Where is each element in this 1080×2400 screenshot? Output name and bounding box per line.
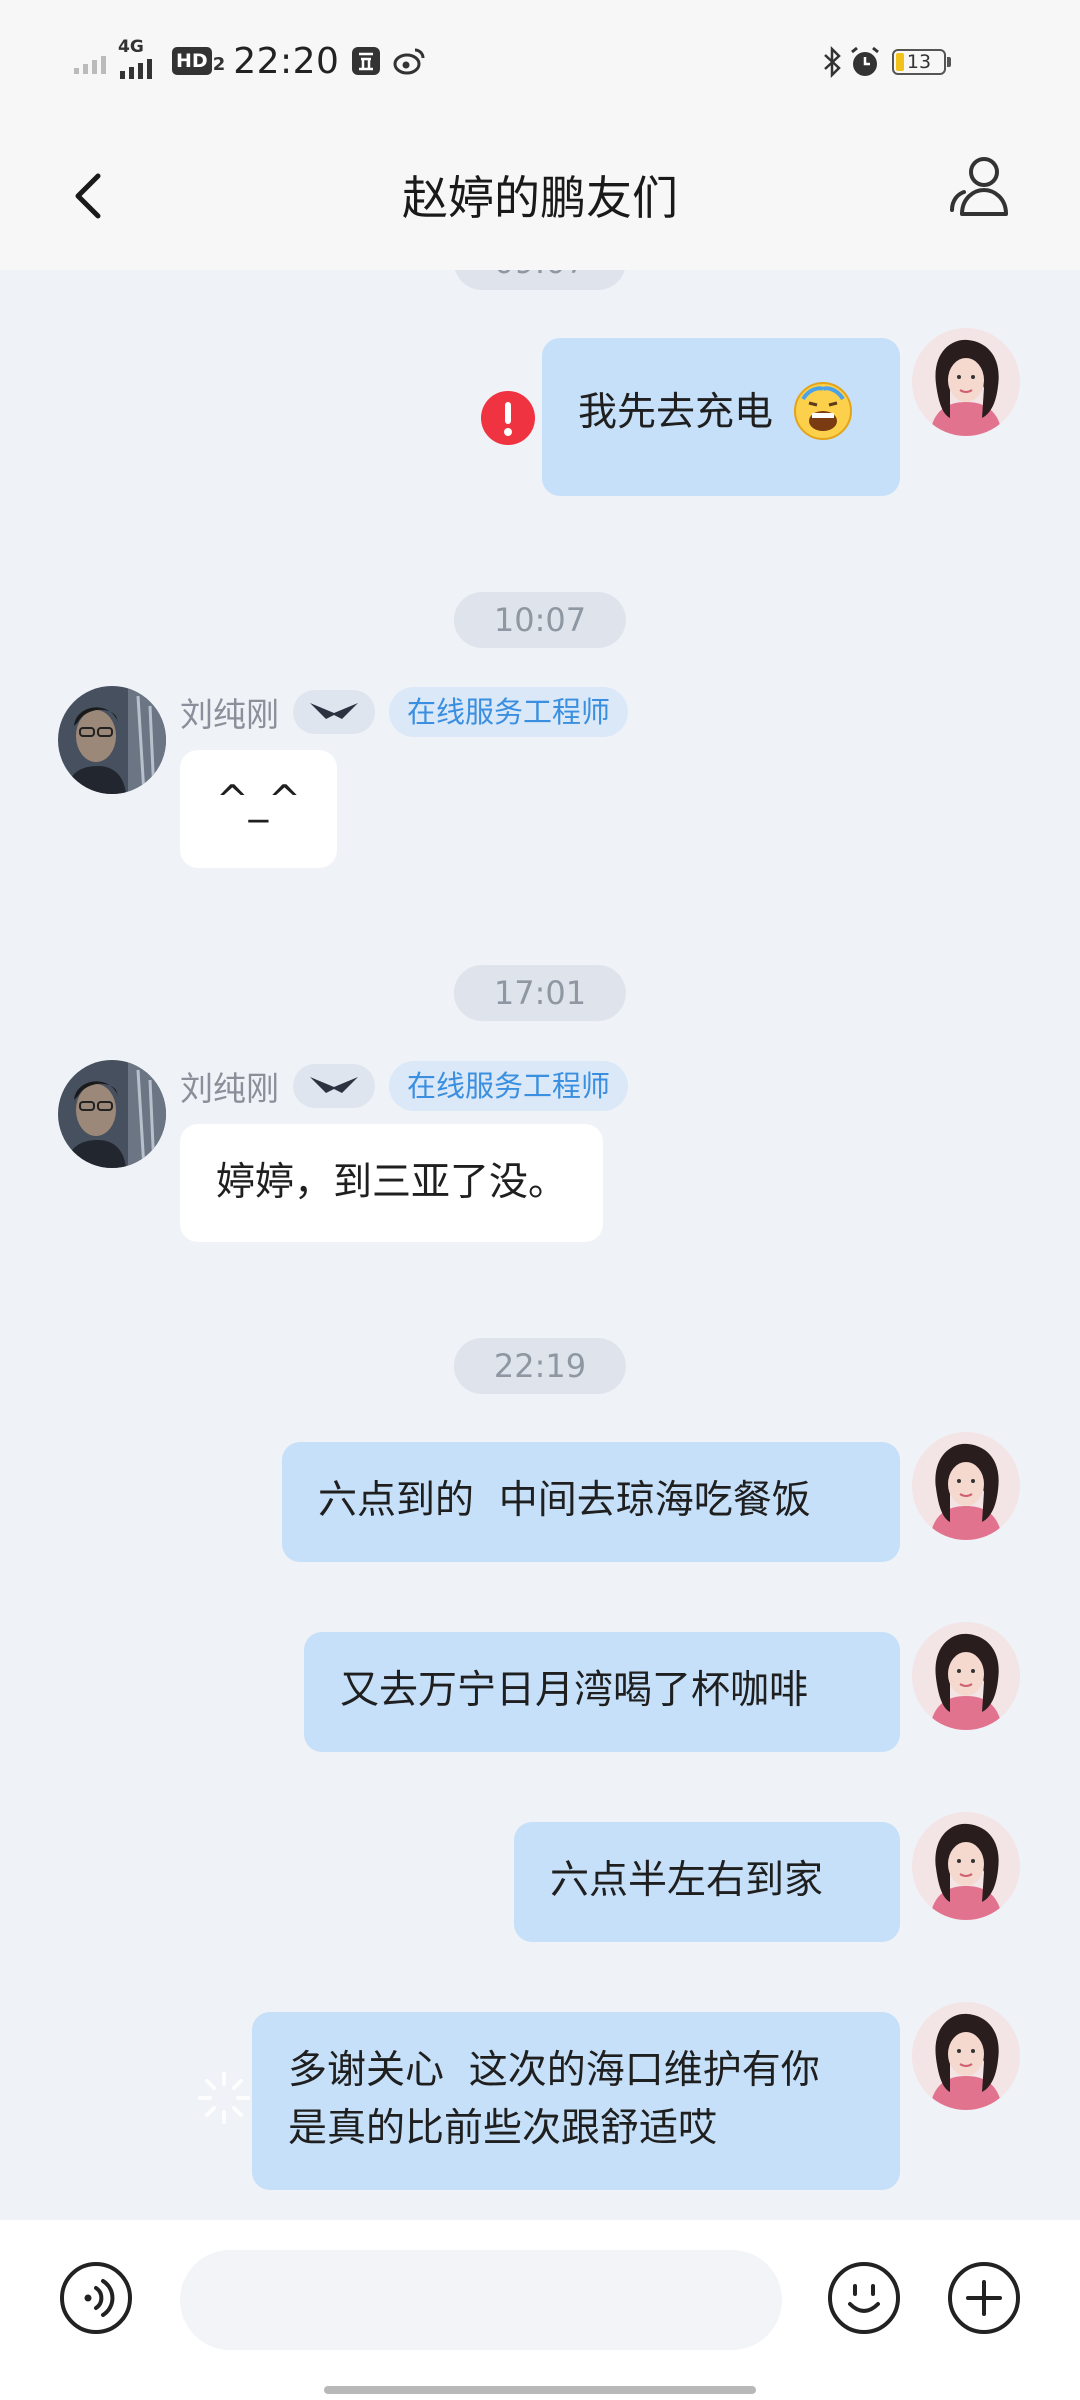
signal-weak-icon xyxy=(74,56,106,74)
message-input-bar xyxy=(0,2220,1080,2400)
group-members-button[interactable] xyxy=(940,150,1020,230)
xpeng-logo-icon xyxy=(310,1077,358,1093)
tired-face-emoji-icon xyxy=(794,381,853,440)
time-separator: 09:07 xyxy=(453,270,627,290)
hd-sub-label: 2 xyxy=(212,54,226,75)
message-text-line1: 多谢关心 这次的海口维护有你 xyxy=(288,2048,820,2093)
bluetooth-icon xyxy=(824,45,841,79)
status-time: 22:20 xyxy=(233,40,340,82)
taobao-icon xyxy=(352,47,381,75)
chat-header: 赵婷的鹏友们 xyxy=(0,120,1080,270)
send-failed-icon[interactable] xyxy=(480,390,536,446)
sender-avatar[interactable] xyxy=(58,1060,166,1168)
message-bubble-outgoing[interactable]: 六点到的 中间去琼海吃餐饭 xyxy=(282,1442,900,1562)
message-bubble-outgoing[interactable]: 又去万宁日月湾喝了杯咖啡 xyxy=(304,1632,900,1752)
role-badge: 在线服务工程师 xyxy=(389,687,629,737)
role-badge: 在线服务工程师 xyxy=(389,1061,629,1111)
message-bubble-outgoing[interactable]: 多谢关心 这次的海口维护有你 是真的比前些次跟舒适哎 xyxy=(252,2012,900,2190)
message-text: 六点半左右到家 xyxy=(550,1858,824,1903)
my-avatar[interactable] xyxy=(912,1812,1020,1920)
message-bubble-outgoing[interactable]: 六点半左右到家 xyxy=(514,1822,900,1942)
my-avatar[interactable] xyxy=(912,1622,1020,1730)
voice-icon xyxy=(60,2262,132,2334)
time-separator: 17:01 xyxy=(453,965,627,1021)
message-text: 六点到的 中间去琼海吃餐饭 xyxy=(318,1478,811,1523)
message-text: ^_^ xyxy=(216,778,301,823)
more-actions-button[interactable] xyxy=(946,2260,1022,2336)
sender-avatar[interactable] xyxy=(58,686,166,794)
sender-name: 刘纯刚 xyxy=(180,1069,279,1108)
sender-name: 刘纯刚 xyxy=(180,695,279,734)
message-bubble-incoming[interactable]: 婷婷，到三亚了没。 xyxy=(180,1124,604,1242)
brand-badge xyxy=(293,690,375,734)
hd-label: HD xyxy=(172,47,212,75)
group-members-icon xyxy=(950,157,1008,216)
home-indicator[interactable] xyxy=(324,2386,756,2394)
smiley-icon xyxy=(828,2262,900,2334)
message-input[interactable] xyxy=(180,2250,782,2350)
my-avatar[interactable] xyxy=(912,1432,1020,1540)
sending-spinner-icon xyxy=(196,2070,252,2126)
alarm-icon xyxy=(851,46,879,76)
sender-info: 刘纯刚 在线服务工程师 xyxy=(180,1060,629,1112)
my-avatar[interactable] xyxy=(912,328,1020,436)
message-text: 又去万宁日月湾喝了杯咖啡 xyxy=(340,1668,809,1713)
message-list[interactable]: 09:07 我先去充电 xyxy=(0,270,1080,2220)
message-text: 婷婷，到三亚了没。 xyxy=(216,1160,568,1205)
xpeng-logo-icon xyxy=(310,703,358,719)
brand-badge xyxy=(293,1064,375,1108)
status-bar-left: 4G HD 2 22:20 xyxy=(74,37,427,84)
plus-icon xyxy=(948,2262,1020,2334)
message-text-line2: 是真的比前些次跟舒适哎 xyxy=(288,2106,718,2151)
message-bubble-outgoing[interactable]: 我先去充电 xyxy=(542,338,900,496)
status-bar-right: 13 xyxy=(822,40,951,84)
hd-volte-icon: HD 2 xyxy=(172,47,225,75)
emoji-button[interactable] xyxy=(826,2260,902,2336)
my-avatar[interactable] xyxy=(912,2002,1020,2110)
sender-info: 刘纯刚 在线服务工程师 xyxy=(180,686,629,738)
message-bubble-incoming[interactable]: ^_^ xyxy=(180,750,337,868)
battery-icon: 13 xyxy=(892,49,951,75)
weibo-icon xyxy=(393,48,425,75)
battery-level: 13 xyxy=(906,51,932,73)
status-bar: 4G HD 2 22:20 13 xyxy=(0,0,1080,120)
message-text: 我先去充电 xyxy=(578,390,774,435)
voice-input-button[interactable] xyxy=(58,2260,134,2336)
time-separator: 22:19 xyxy=(453,1338,627,1394)
chat-screen: 4G HD 2 22:20 13 赵婷的鹏友们 我先去充电 10:07 刘纯刚 … xyxy=(0,0,1080,2400)
signal-4g-icon: 4G xyxy=(116,37,162,81)
time-separator: 10:07 xyxy=(453,592,627,648)
chat-title: 赵婷的鹏友们 xyxy=(402,171,678,225)
